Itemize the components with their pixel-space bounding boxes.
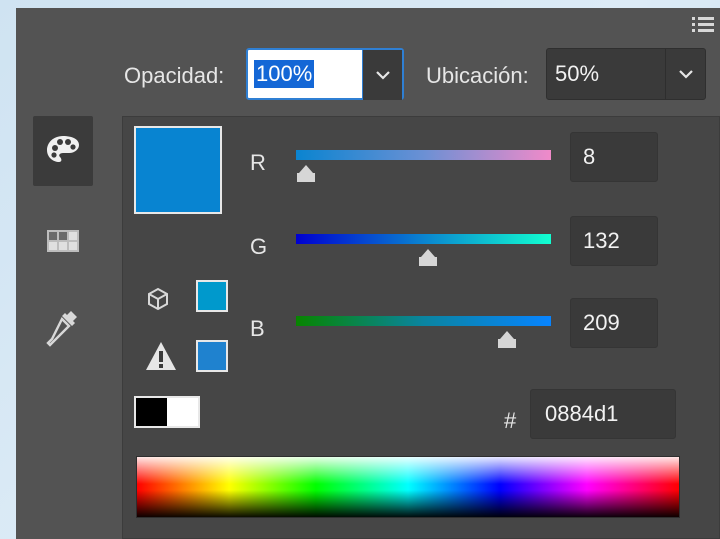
palette-icon	[45, 133, 81, 170]
g-slider[interactable]	[296, 234, 551, 244]
chevron-down-icon[interactable]	[362, 50, 402, 100]
location-value[interactable]: 50%	[555, 60, 599, 88]
color-panel: Opacidad: 100% Ubicación: 50% R 8 G 132 …	[16, 8, 720, 539]
r-label: R	[250, 150, 266, 175]
black-swatch[interactable]	[136, 398, 167, 426]
hex-value-field[interactable]: 0884d1	[530, 389, 676, 439]
tab-eyedropper[interactable]	[33, 296, 93, 366]
color-spectrum[interactable]	[136, 456, 680, 518]
location-dropdown[interactable]: 50%	[546, 48, 706, 100]
g-value-field[interactable]: 132	[570, 216, 658, 266]
web-safe-color-swatch[interactable]	[196, 280, 228, 312]
hex-prefix: #	[504, 408, 517, 433]
cube-icon	[146, 287, 170, 316]
b-label: B	[250, 316, 265, 341]
gamut-color-swatch[interactable]	[196, 340, 228, 372]
r-value-field[interactable]: 8	[570, 132, 658, 182]
current-color-swatch[interactable]	[134, 126, 222, 214]
swatches-grid-icon	[46, 229, 80, 258]
g-slider-thumb[interactable]	[417, 249, 439, 267]
location-label: Ubicación:	[426, 63, 529, 88]
r-slider[interactable]	[296, 150, 551, 160]
opacity-value[interactable]: 100%	[254, 60, 315, 88]
chevron-down-icon[interactable]	[665, 49, 705, 99]
b-slider-thumb[interactable]	[496, 331, 518, 349]
g-label: G	[250, 234, 268, 259]
opacity-dropdown[interactable]: 100%	[246, 48, 404, 100]
black-white-swatches[interactable]	[134, 396, 200, 428]
tab-swatches[interactable]	[33, 208, 93, 278]
white-swatch[interactable]	[167, 398, 198, 426]
warning-icon	[144, 340, 178, 377]
panel-menu-icon[interactable]	[690, 14, 716, 36]
eyedropper-icon	[45, 307, 81, 356]
b-value-field[interactable]: 209	[570, 298, 658, 348]
r-slider-thumb[interactable]	[295, 165, 317, 183]
tab-color[interactable]	[33, 116, 93, 186]
opacity-label: Opacidad:	[124, 63, 225, 88]
b-slider[interactable]	[296, 316, 551, 326]
